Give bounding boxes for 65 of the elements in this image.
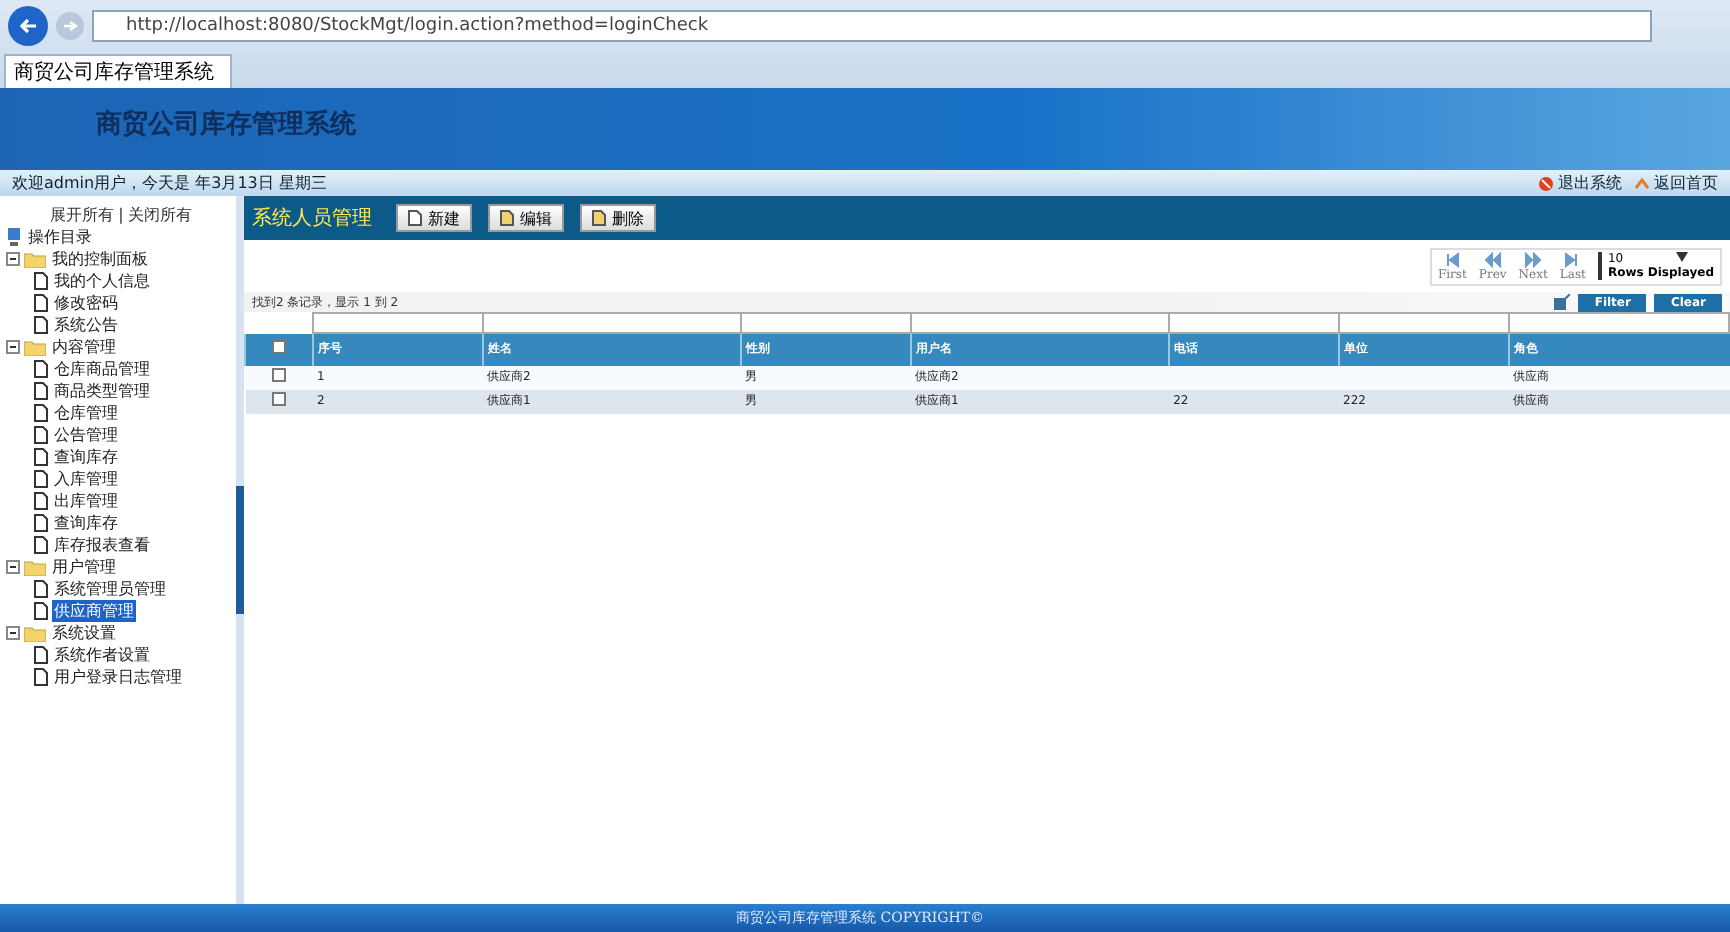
tree-item[interactable]: 系统作者设置 [52,644,152,666]
arrow-icon [1563,251,1582,267]
tree-item[interactable]: 仓库商品管理 [52,358,152,380]
filter-field[interactable] [1169,313,1340,333]
folder-icon [24,559,46,575]
tree-item[interactable]: 出库管理 [52,490,120,512]
tree-item[interactable]: 公告管理 [52,424,120,446]
filter-field[interactable] [910,313,1170,333]
tree-item[interactable]: 入库管理 [52,468,120,490]
row-checkbox[interactable] [272,392,286,406]
home-link[interactable]: 返回首页 [1634,172,1718,194]
app-title: 商贸公司库存管理系统 [96,110,356,140]
tree-item[interactable]: 查询库存 [52,446,120,468]
arrow-icon [1483,251,1502,267]
welcome-text: 欢迎admin用户，今天是 年3月13日 星期三 [12,172,327,194]
folder-icon [24,339,46,355]
filter-field[interactable] [1508,313,1729,333]
logout-link[interactable]: 退出系统 [1538,172,1622,194]
tree-item[interactable]: 供应商管理 [52,600,136,622]
caret-icon [1675,252,1688,262]
tree-item[interactable]: 系统公告 [52,314,120,336]
new-button[interactable]: 新建 [396,204,472,232]
back-button[interactable] [8,5,48,45]
tree-item[interactable]: 我的个人信息 [52,270,152,292]
tree-item[interactable]: 商品类型管理 [52,380,152,402]
toolbar-title: 系统人员管理 [252,205,372,232]
filter-field[interactable] [1339,313,1509,333]
tree-item[interactable]: 系统管理员管理 [52,578,168,600]
collapse-icon[interactable] [6,560,20,574]
computer-icon [6,228,22,246]
tree-folder[interactable]: 系统设置 [50,622,118,644]
tree-folder[interactable]: 内容管理 [50,336,118,358]
arrow-icon [1443,251,1462,267]
filter-field[interactable] [482,313,742,333]
export-icon[interactable] [1554,294,1571,310]
folder-icon [24,625,46,641]
tree-item[interactable]: 仓库管理 [52,402,120,424]
collapse-icon[interactable] [6,626,20,640]
select-all-checkbox[interactable] [272,340,286,354]
tree-item[interactable]: 用户登录日志管理 [52,666,184,688]
row-checkbox[interactable] [272,368,286,382]
no-entry-icon [1538,175,1554,191]
separator-text: | [118,204,124,226]
document-icon [408,210,422,226]
filter-field[interactable] [313,313,483,333]
arrow-icon [1524,251,1543,267]
collapse-icon[interactable] [6,340,20,354]
expand-all-link[interactable]: 展开所有 [50,204,115,226]
browser-tab[interactable]: 商贸公司库存管理系统 [4,54,232,88]
tree-item[interactable]: 修改密码 [52,292,120,314]
back-arrow-icon [18,17,38,33]
tree-item[interactable]: 库存报表查看 [52,534,152,556]
delete-button[interactable]: 删除 [580,204,656,232]
edit-button[interactable]: 编辑 [488,204,564,232]
tree-item[interactable]: 查询库存 [52,512,120,534]
collapse-all-link[interactable]: 关闭所有 [127,204,192,226]
splitter-handle[interactable] [236,486,244,614]
tree-folder[interactable]: 我的控制面板 [50,248,150,270]
collapse-icon[interactable] [6,252,20,266]
filter-field[interactable] [741,313,911,333]
tree-root: 操作目录 [26,226,94,248]
tree-folder[interactable]: 用户管理 [50,556,118,578]
folder-icon [24,251,46,267]
address-field[interactable]: http://localhost:8080/StockMgt/login.action?method=loginCheck [92,9,1652,41]
forward-arrow-icon [62,19,78,31]
